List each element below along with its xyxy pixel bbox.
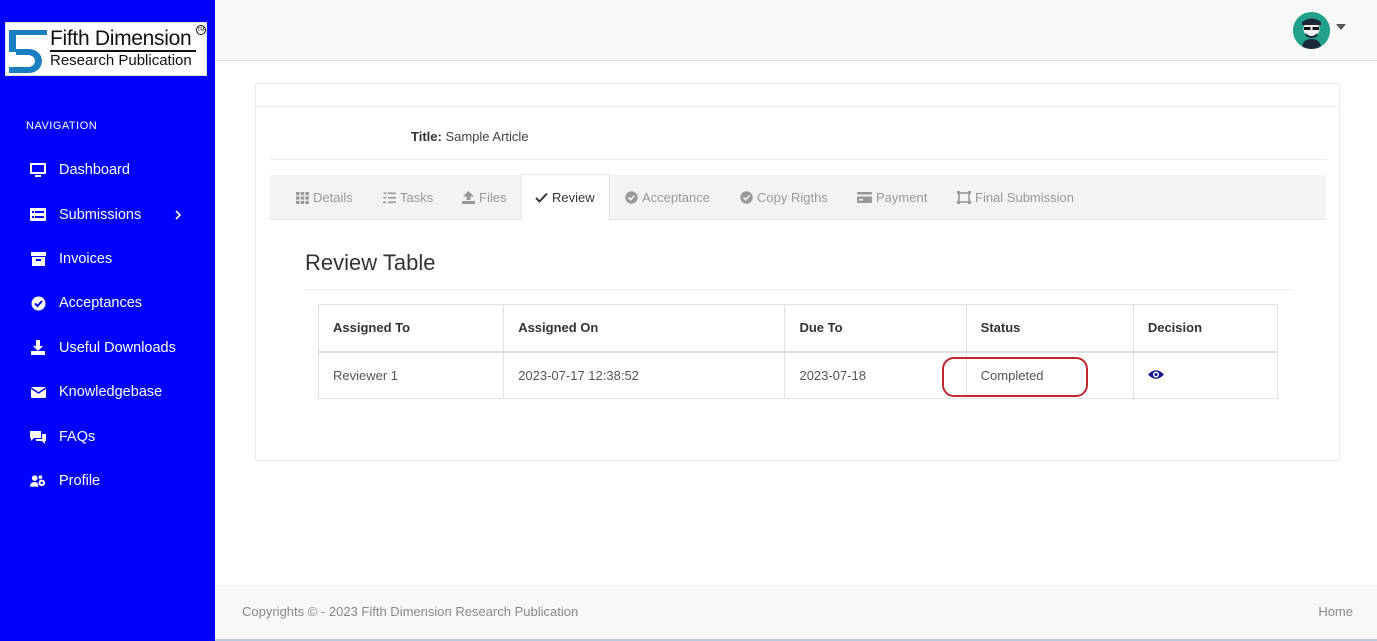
nav-heading: NAVIGATION	[26, 120, 98, 132]
tab-payment[interactable]: Payment	[857, 175, 927, 220]
check-circle-icon	[30, 295, 46, 311]
user-avatar[interactable]	[1293, 12, 1330, 49]
sidebar-item-profile[interactable]: Profile	[0, 459, 215, 503]
trademark-badge: TM	[196, 25, 206, 35]
column-header-assigned-to: Assigned To	[317, 304, 505, 353]
table-header-row: Assigned To Assigned On Due To Status De…	[317, 304, 1279, 353]
sidebar-item-label: FAQs	[59, 428, 96, 445]
tab-files[interactable]: Files	[462, 175, 506, 220]
article-title-row: Title: Sample Article	[411, 129, 529, 144]
column-header-due-to: Due To	[784, 304, 967, 353]
check-icon	[535, 192, 548, 203]
credit-card-icon	[857, 192, 872, 203]
sidebar-item-knowledgebase[interactable]: Knowledgebase	[0, 370, 215, 414]
cell-assigned-on: 2023-07-17 12:38:52	[503, 351, 786, 399]
caret-down-icon[interactable]	[1336, 24, 1346, 30]
review-table-heading: Review Table	[305, 250, 436, 275]
tab-review[interactable]: Review	[521, 174, 610, 220]
cell-status: Completed	[965, 351, 1134, 399]
column-header-decision: Decision	[1132, 304, 1279, 353]
footer-copyright: Copyrights © - 2023 Fifth Dimension Rese…	[242, 604, 579, 619]
sidebar-item-invoices[interactable]: Invoices	[0, 237, 215, 281]
cell-decision	[1132, 351, 1279, 399]
sidebar-item-acceptances[interactable]: Acceptances	[0, 281, 215, 325]
footer-home-link[interactable]: Home	[1318, 604, 1353, 619]
chevron-right-icon	[175, 210, 182, 220]
upload-icon	[462, 191, 475, 204]
sidebar-item-dashboard[interactable]: Dashboard	[0, 148, 215, 192]
sidebar-item-label: Acceptances	[59, 295, 143, 312]
brand-name-line2: Research Publication	[50, 52, 192, 69]
tab-label: Payment	[876, 190, 928, 205]
tab-label: Acceptance	[642, 190, 710, 205]
logo-mark-icon	[9, 30, 47, 73]
sidebar-item-label: Invoices	[59, 250, 113, 267]
sidebar-item-label: Knowledgebase	[59, 384, 163, 401]
list-icon	[30, 207, 46, 223]
check-circle-icon	[740, 191, 753, 204]
tab-tasks[interactable]: Tasks	[383, 175, 433, 220]
tab-label: Tasks	[400, 190, 434, 205]
envelope-icon	[30, 384, 46, 400]
brand-name-line1: Fifth Dimension	[50, 27, 192, 50]
tab-label: Review	[552, 189, 595, 205]
grid-icon	[296, 191, 309, 204]
tab-details[interactable]: Details	[296, 175, 353, 220]
review-table: Assigned To Assigned On Due To Status De…	[317, 304, 1279, 399]
article-card: Title: Sample Article Details Tasks File…	[255, 83, 1340, 461]
column-header-assigned-on: Assigned On	[503, 304, 786, 353]
users-cog-icon	[30, 473, 46, 489]
tab-label: Final Submission	[975, 190, 1074, 205]
sidebar-item-submissions[interactable]: Submissions	[0, 192, 215, 236]
sidebar-item-useful-downloads[interactable]: Useful Downloads	[0, 326, 215, 370]
title-value: Sample Article	[445, 129, 529, 144]
sidebar-item-label: Submissions	[59, 206, 142, 223]
eye-icon[interactable]	[1147, 369, 1164, 380]
table-row: Reviewer 1 2023-07-17 12:38:52 2023-07-1…	[317, 351, 1279, 399]
monitor-icon	[30, 162, 46, 178]
cell-due-to: 2023-07-18	[784, 351, 967, 399]
brand-logo[interactable]: Fifth Dimension Research Publication TM	[5, 22, 207, 76]
top-bar	[215, 0, 1377, 61]
avatar-icon	[1293, 12, 1330, 49]
tab-copy-rights[interactable]: Copy Rigths	[740, 175, 828, 220]
nav-list: Dashboard Submissions Invoices Acceptanc…	[0, 148, 215, 503]
final-submission-icon	[957, 191, 971, 204]
tab-final-submission[interactable]: Final Submission	[957, 175, 1074, 220]
title-divider	[270, 159, 1326, 160]
card-divider	[256, 106, 1339, 107]
tab-label: Files	[479, 190, 507, 205]
sidebar: Fifth Dimension Research Publication TM …	[0, 0, 215, 641]
title-label: Title:	[411, 129, 442, 144]
tasks-icon	[383, 191, 396, 203]
sidebar-item-label: Dashboard	[59, 162, 130, 179]
archive-icon	[30, 251, 46, 267]
tab-label: Details	[313, 190, 353, 205]
comments-icon	[30, 429, 46, 445]
section-divider	[305, 289, 1293, 290]
footer: Copyrights © - 2023 Fifth Dimension Rese…	[215, 585, 1377, 641]
download-icon	[30, 340, 46, 356]
tab-bar: Details Tasks Files Review Acceptance Co…	[270, 174, 1326, 220]
sidebar-item-label: Profile	[59, 472, 101, 489]
tab-label: Copy Rigths	[757, 190, 828, 205]
tab-acceptance[interactable]: Acceptance	[625, 175, 710, 220]
sidebar-item-label: Useful Downloads	[59, 339, 176, 356]
check-circle-icon	[625, 191, 638, 204]
column-header-status: Status	[965, 304, 1134, 353]
cell-assigned-to: Reviewer 1	[317, 351, 505, 399]
sidebar-item-faqs[interactable]: FAQs	[0, 414, 215, 458]
